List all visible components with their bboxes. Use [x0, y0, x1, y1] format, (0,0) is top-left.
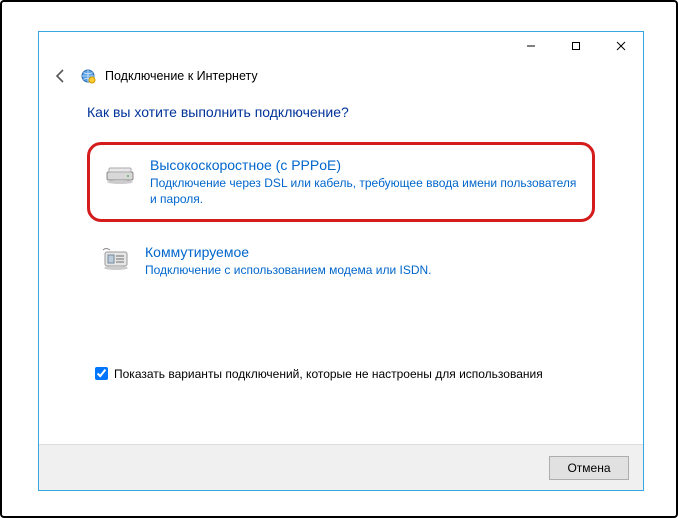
globe-icon — [79, 67, 97, 85]
option-description: Подключение с использованием модема или … — [145, 262, 432, 278]
option-title: Высокоскоростное (с PPPoE) — [150, 157, 578, 173]
option-dialup[interactable]: Коммутируемое Подключение с использовани… — [87, 234, 595, 288]
cancel-button[interactable]: Отмена — [549, 456, 629, 480]
modem-icon — [104, 157, 140, 187]
show-unconfigured-checkbox[interactable]: Показать варианты подключений, которые н… — [87, 367, 595, 381]
option-description: Подключение через DSL или кабель, требую… — [150, 175, 578, 207]
close-button[interactable] — [598, 32, 643, 60]
wizard-header: Подключение к Интернету — [39, 62, 643, 96]
wizard-title: Подключение к Интернету — [105, 69, 258, 83]
checkbox-label: Показать варианты подключений, которые н… — [114, 367, 543, 381]
question-heading: Как вы хотите выполнить подключение? — [87, 104, 595, 120]
screenshot-frame: Подключение к Интернету Как вы хотите вы… — [0, 0, 678, 518]
wizard-window: Подключение к Интернету Как вы хотите вы… — [38, 31, 644, 491]
titlebar — [39, 32, 643, 62]
footer-bar: Отмена — [39, 444, 643, 490]
minimize-button[interactable] — [508, 32, 553, 60]
highlight-annotation: Высокоскоростное (с PPPoE) Подключение ч… — [87, 142, 595, 222]
option-title: Коммутируемое — [145, 244, 432, 260]
option-pppoe[interactable]: Высокоскоростное (с PPPoE) Подключение ч… — [92, 147, 590, 217]
content-area: Как вы хотите выполнить подключение? Выс… — [39, 96, 643, 444]
phone-modem-icon — [99, 244, 135, 274]
maximize-button[interactable] — [553, 32, 598, 60]
checkbox-input[interactable] — [95, 367, 108, 380]
back-arrow-icon[interactable] — [51, 66, 71, 86]
